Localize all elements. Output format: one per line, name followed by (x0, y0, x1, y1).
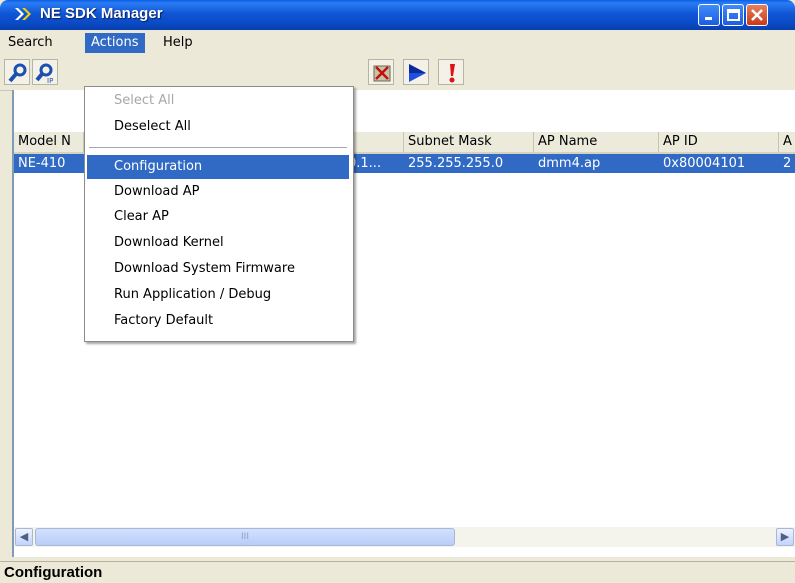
scroll-right-button[interactable]: ▶ (776, 528, 794, 546)
run-button[interactable] (403, 59, 429, 85)
column-ap-name[interactable]: AP Name (534, 132, 659, 152)
alert-button[interactable] (438, 59, 464, 85)
maximize-button[interactable] (722, 4, 744, 26)
clear-icon (373, 65, 391, 82)
search-button[interactable] (4, 59, 30, 85)
clear-button[interactable] (368, 59, 394, 85)
menu-item-factory-default[interactable]: Factory Default (87, 309, 349, 333)
column-model[interactable]: Model N (14, 132, 84, 152)
column-ap-id[interactable]: AP ID (659, 132, 779, 152)
play-icon (409, 64, 426, 82)
title-bar[interactable]: NE SDK Manager (0, 0, 795, 30)
cell-ap-name: dmm4.ap (538, 156, 601, 171)
cell-model: NE-410 (18, 156, 66, 171)
horizontal-scrollbar[interactable]: ◀ III ▶ (14, 527, 795, 547)
menu-item-download-kernel[interactable]: Download Kernel (87, 231, 349, 255)
window-title: NE SDK Manager (40, 5, 163, 22)
search-ip-icon: IP (35, 63, 53, 84)
cell-extra: 2 (783, 156, 792, 171)
svg-text:IP: IP (47, 77, 53, 84)
close-icon (751, 9, 763, 21)
menu-bar: Search Actions Help (0, 30, 795, 56)
chevron-right-icon: ▶ (780, 530, 790, 543)
menu-item-select-all[interactable]: Select All (87, 89, 349, 113)
column-more[interactable]: A (779, 132, 795, 152)
minimize-icon (705, 17, 712, 20)
search-icon (8, 63, 27, 83)
menu-item-download-system-firmware[interactable]: Download System Firmware (87, 257, 349, 281)
chevron-left-icon: ◀ (19, 530, 29, 543)
alert-icon (449, 64, 455, 83)
menu-search[interactable]: Search (2, 33, 59, 53)
menu-item-deselect-all[interactable]: Deselect All (87, 115, 349, 139)
maximize-icon (727, 9, 740, 21)
menu-separator (89, 147, 347, 149)
menu-actions[interactable]: Actions (85, 33, 145, 53)
menu-item-clear-ap[interactable]: Clear AP (87, 205, 349, 229)
scroll-thumb[interactable]: III (35, 528, 455, 546)
menu-help[interactable]: Help (157, 33, 199, 53)
app-window: NE SDK Manager Search Actions Help IP Mo… (0, 0, 795, 583)
minimize-button[interactable] (698, 4, 720, 26)
search-ip-button[interactable]: IP (32, 59, 58, 85)
menu-item-run-application-debug[interactable]: Run Application / Debug (87, 283, 349, 307)
menu-item-download-ap[interactable]: Download AP (87, 180, 349, 204)
status-text: Configuration (4, 564, 103, 581)
app-logo-icon (14, 6, 36, 28)
actions-menu-dropdown: Select All Deselect All Configuration Do… (84, 86, 354, 342)
scroll-left-button[interactable]: ◀ (15, 528, 33, 546)
cell-subnet-mask: 255.255.255.0 (408, 156, 504, 171)
menu-item-configuration[interactable]: Configuration (87, 155, 349, 179)
column-subnet-mask[interactable]: Subnet Mask (404, 132, 534, 152)
status-bar: Configuration (0, 561, 795, 583)
cell-ap-id: 0x80004101 (663, 156, 746, 171)
close-button[interactable] (746, 4, 768, 26)
